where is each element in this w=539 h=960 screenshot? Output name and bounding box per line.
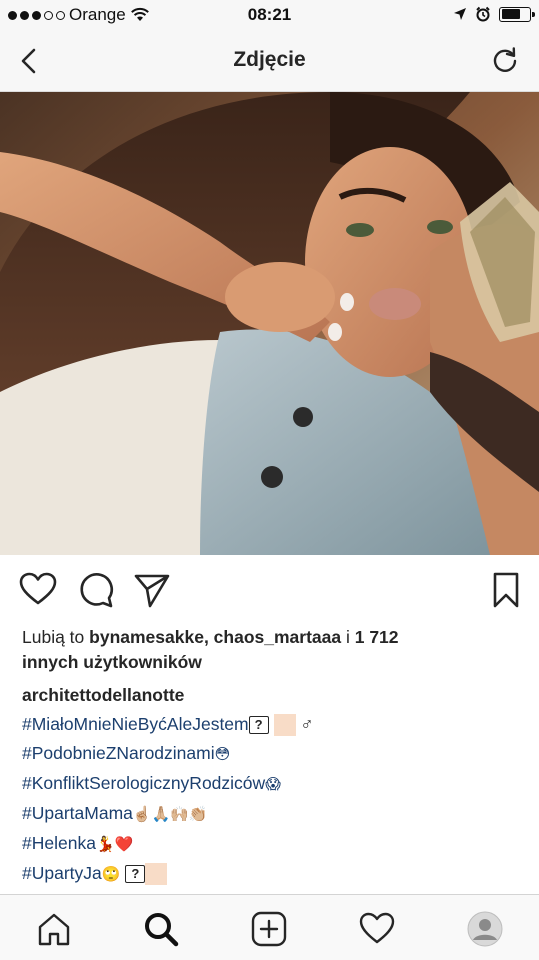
caption-line-3: #KonfliktSerologicznyRodziców😱 [22, 769, 522, 799]
navigation-bar: Zdjęcie [0, 30, 539, 92]
caption-line-2: #PodobnieZNarodzinami😳 [22, 739, 522, 769]
screaming-face-icon: 😱 [265, 775, 281, 793]
tab-bar [0, 894, 539, 960]
likes-count[interactable]: 1 712 [355, 627, 399, 647]
caption-line-6: #UpartyJa🙄 ? [22, 859, 522, 889]
page-title: Zdjęcie [233, 48, 306, 71]
caption-line-4: #UpartaMama☝🏼🙏🏼🙌🏼👏🏼 [22, 799, 522, 829]
hashtag[interactable]: #PodobnieZNarodzinami [22, 743, 215, 763]
unknown-emoji-icon: ? [125, 865, 146, 884]
rolling-eyes-icon: 🙄 [101, 865, 121, 883]
likes-middle: i [341, 627, 355, 647]
hashtag[interactable]: #KonfliktSerologicznyRodziców [22, 773, 265, 793]
likes-suffix[interactable]: innych użytkowników [22, 652, 202, 672]
post-photo[interactable] [0, 92, 539, 555]
add-post-icon[interactable] [249, 909, 289, 949]
hand-gestures-icon: ☝🏼🙏🏼🙌🏼👏🏼 [132, 805, 208, 823]
hashtag[interactable]: #MiałoMnieNieByćAleJestem [22, 714, 249, 734]
status-bar: Orange 08:21 [0, 0, 539, 30]
skin-tone-icon [273, 714, 296, 737]
post-caption: architettodellanotte #MiałoMnieNieByćAle… [22, 681, 522, 889]
status-icons [453, 6, 535, 22]
likes-summary[interactable]: Lubią to bynamesakke, chaos_martaaa i 1 … [22, 625, 522, 675]
refresh-icon[interactable] [489, 44, 521, 78]
likes-prefix: Lubią to [22, 627, 90, 647]
heart-icon[interactable] [18, 570, 58, 610]
hashtag[interactable]: #UpartyJa [22, 863, 102, 883]
location-arrow-icon [454, 8, 466, 20]
avatar[interactable] [465, 909, 505, 949]
hashtag[interactable]: #UpartaMama [22, 803, 133, 823]
alarm-icon [476, 6, 490, 22]
home-icon[interactable] [34, 909, 74, 949]
search-icon[interactable] [141, 909, 181, 949]
battery-icon [499, 6, 535, 22]
author-username[interactable]: architettodellanotte [22, 681, 522, 710]
flushed-face-icon: 😳 [214, 745, 231, 763]
send-icon[interactable] [132, 570, 172, 610]
liked-by-users[interactable]: bynamesakke, chaos_martaaa [89, 627, 341, 647]
skin-tone-icon [145, 863, 168, 886]
unknown-emoji-icon: ? [248, 716, 269, 735]
photo-illustration [0, 92, 539, 555]
caption-line-5: #Helenka💃❤️ [22, 829, 522, 859]
bookmark-icon[interactable] [486, 570, 526, 610]
caption-line-1: #MiałoMnieNieByćAleJestem? ♂ [22, 710, 522, 739]
post-actions [0, 562, 539, 622]
male-sign-icon: ♂ [300, 714, 314, 734]
dancer-heart-icon: 💃❤️ [95, 835, 134, 853]
activity-heart-icon[interactable] [357, 909, 397, 949]
hashtag[interactable]: #Helenka [22, 833, 96, 853]
comment-icon[interactable] [76, 570, 116, 610]
